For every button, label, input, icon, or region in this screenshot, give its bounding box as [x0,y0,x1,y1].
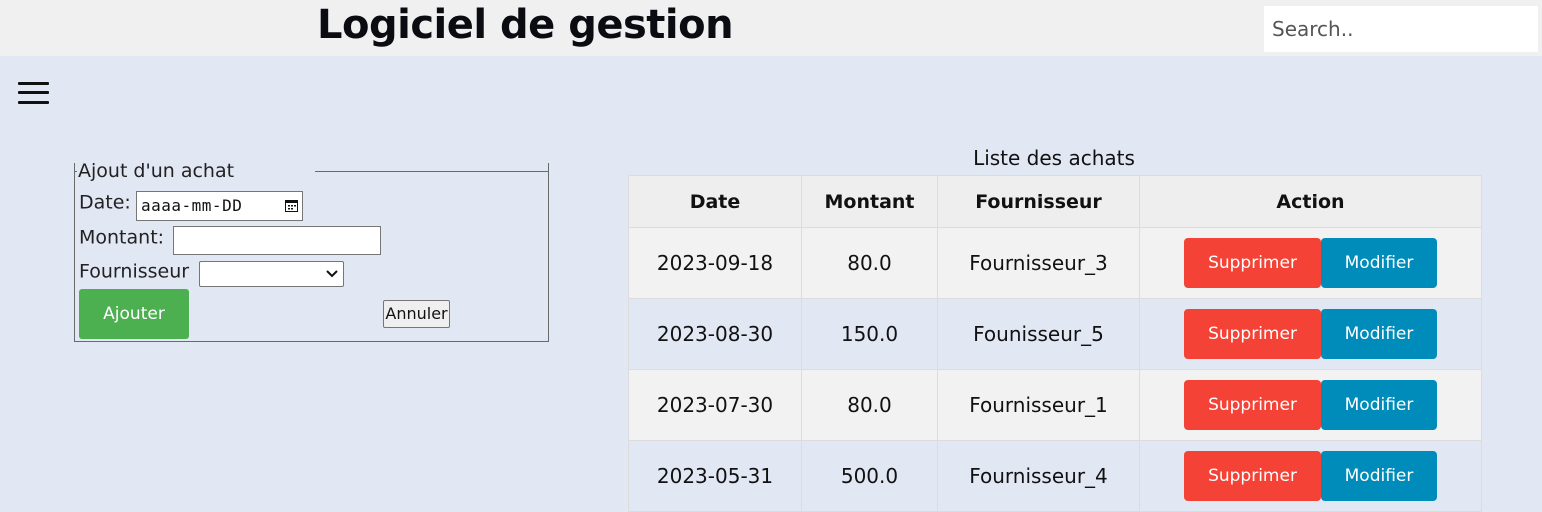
cancel-button[interactable]: Annuler [383,300,450,328]
cell-montant: 500.0 [801,440,938,512]
fournisseur-label: Fournisseur [79,260,190,283]
purchases-table: Date Montant Fournisseur Action 2023-09-… [628,175,1482,512]
edit-button[interactable]: Modifier [1321,380,1437,430]
date-placeholder: aaaa-mm-DD [141,196,243,215]
column-header-date: Date [628,175,802,228]
table-row: 2023-09-18 80.0 Fournisseur_3 Supprimer M… [628,227,1482,299]
montant-input[interactable] [173,226,381,255]
edit-button[interactable]: Modifier [1321,309,1437,359]
menu-icon-bar [18,91,49,94]
cell-fournisseur: Fournisseur_4 [937,440,1140,512]
add-button[interactable]: Ajouter [79,289,189,339]
cell-montant: 80.0 [801,227,938,299]
delete-button[interactable]: Supprimer [1184,451,1321,501]
search-input[interactable] [1264,6,1538,52]
cell-fournisseur: Fournisseur_3 [937,227,1140,299]
montant-row: Montant: [79,226,164,249]
app-title: Logiciel de gestion [317,2,734,48]
fieldset-border [315,171,548,172]
delete-button[interactable]: Supprimer [1184,380,1321,430]
top-bar: Logiciel de gestion [0,0,1542,56]
cell-fournisseur: Founisseur_5 [937,298,1140,370]
cell-montant: 80.0 [801,369,938,441]
chevron-down-icon [326,270,338,278]
cell-action: Supprimer Modifier [1139,298,1482,370]
fournisseur-select[interactable] [199,261,344,287]
table-row: 2023-07-30 80.0 Fournisseur_1 Supprimer M… [628,369,1482,441]
delete-button[interactable]: Supprimer [1184,238,1321,288]
cell-montant: 150.0 [801,298,938,370]
table-row: 2023-08-30 150.0 Founisseur_5 Supprimer M… [628,298,1482,370]
edit-button[interactable]: Modifier [1321,451,1437,501]
cell-action: Supprimer Modifier [1139,227,1482,299]
table-row: 2023-05-31 500.0 Fournisseur_4 Supprimer… [628,440,1482,512]
cell-action: Supprimer Modifier [1139,440,1482,512]
calendar-icon[interactable] [285,199,298,212]
cell-date: 2023-08-30 [628,298,802,370]
add-purchase-form: Ajout d'un achat Date: aaaa-mm-DD Montan… [74,160,549,342]
montant-label: Montant: [79,226,165,249]
fournisseur-row: Fournisseur [79,260,189,283]
date-input[interactable]: aaaa-mm-DD [136,191,303,221]
form-legend: Ajout d'un achat [78,160,235,182]
column-header-montant: Montant [801,175,938,228]
cell-fournisseur: Fournisseur_1 [937,369,1140,441]
column-header-fournisseur: Fournisseur [937,175,1140,228]
menu-icon-bar [18,82,49,85]
date-label: Date: [79,191,131,214]
edit-button[interactable]: Modifier [1321,238,1437,288]
cell-date: 2023-07-30 [628,369,802,441]
list-caption: Liste des achats [973,146,1135,170]
date-row: Date: [79,191,131,214]
cell-action: Supprimer Modifier [1139,369,1482,441]
delete-button[interactable]: Supprimer [1184,309,1321,359]
cell-date: 2023-05-31 [628,440,802,512]
column-header-action: Action [1139,175,1482,228]
fieldset-border [75,171,77,172]
cell-date: 2023-09-18 [628,227,802,299]
menu-icon[interactable] [18,80,49,106]
table-header-row: Date Montant Fournisseur Action [628,175,1482,228]
menu-icon-bar [18,101,49,104]
